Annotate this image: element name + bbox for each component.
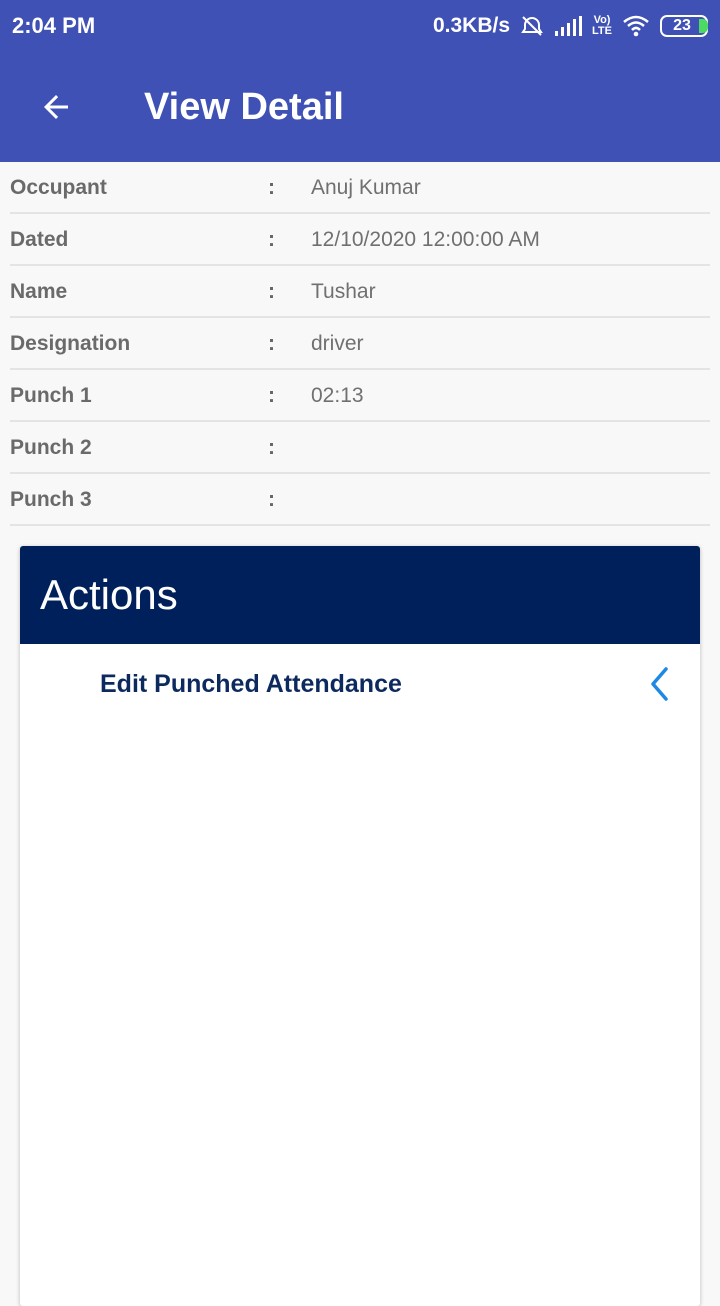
- detail-value: driver: [311, 332, 364, 355]
- action-label: Edit Punched Attendance: [100, 669, 402, 698]
- detail-value: Anuj Kumar: [311, 176, 421, 199]
- detail-row-designation: Designation : driver: [10, 318, 710, 370]
- status-time: 2:04 PM: [12, 13, 96, 38]
- signal-icon: [554, 16, 583, 36]
- actions-header: Actions: [20, 546, 700, 644]
- actions-title: Actions: [40, 571, 178, 618]
- detail-value: 12/10/2020 12:00:00 AM: [311, 228, 540, 251]
- detail-row-punch-1: Punch 1 : 02:13: [10, 370, 710, 422]
- detail-row-occupant: Occupant : Anuj Kumar: [10, 162, 710, 214]
- battery-icon: 23: [660, 15, 708, 37]
- actions-card: Actions Edit Punched Attendance: [20, 546, 700, 1306]
- battery-level: 23: [673, 17, 691, 34]
- detail-separator: :: [268, 176, 275, 199]
- wifi-icon: [622, 15, 650, 37]
- detail-label: Dated: [10, 228, 69, 251]
- detail-label: Occupant: [10, 176, 107, 199]
- detail-row-dated: Dated : 12/10/2020 12:00:00 AM: [10, 214, 710, 266]
- detail-label: Punch 2: [10, 436, 92, 459]
- detail-label: Designation: [10, 332, 131, 355]
- detail-row-punch-2: Punch 2 :: [10, 422, 710, 474]
- detail-label: Punch 1: [10, 384, 92, 407]
- page-title: View Detail: [144, 85, 344, 128]
- detail-separator: :: [268, 228, 275, 251]
- app-bar: View Detail: [0, 52, 720, 162]
- detail-label: Name: [10, 280, 68, 303]
- detail-row-name: Name : Tushar: [10, 266, 710, 318]
- detail-separator: :: [268, 488, 275, 511]
- chevron-left-icon[interactable]: [648, 666, 672, 702]
- lte-label: LTE: [592, 25, 612, 37]
- alarm-off-icon: [520, 14, 544, 38]
- detail-separator: :: [268, 332, 275, 355]
- back-button[interactable]: [26, 77, 86, 137]
- detail-value: Tushar: [311, 280, 376, 303]
- detail-separator: :: [268, 436, 275, 459]
- detail-separator: :: [268, 384, 275, 407]
- detail-row-punch-3: Punch 3 :: [10, 474, 710, 526]
- detail-value: 02:13: [311, 384, 364, 407]
- volte-icon: Vo) LTE: [592, 15, 612, 37]
- arrow-back-icon: [44, 95, 68, 119]
- battery-cap: [699, 19, 708, 33]
- status-icons: 0.3KB/s Vo) LTE 23: [433, 14, 708, 38]
- detail-separator: :: [268, 280, 275, 303]
- detail-list: Occupant : Anuj Kumar Dated : 12/10/2020…: [10, 162, 710, 526]
- edit-punched-attendance-item[interactable]: Edit Punched Attendance: [20, 644, 700, 724]
- detail-label: Punch 3: [10, 488, 92, 511]
- network-speed: 0.3KB/s: [432, 14, 511, 37]
- status-bar: 2:04 PM 0.3KB/s Vo) LTE 23: [0, 0, 720, 52]
